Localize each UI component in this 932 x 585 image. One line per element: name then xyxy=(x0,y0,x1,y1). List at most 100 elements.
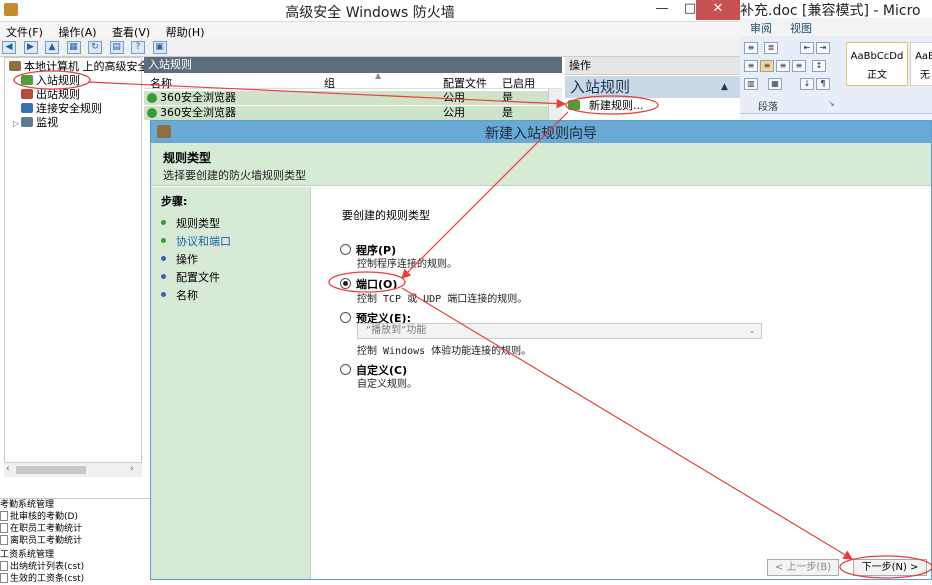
list-item[interactable]: 批审核的考勤(D) xyxy=(0,511,78,523)
forward-arrow-icon[interactable]: ▶ xyxy=(23,41,38,54)
column-profile[interactable]: 配置文件 xyxy=(443,75,487,91)
option-predefined-description: 控制 Windows 体验功能连接的规则。 xyxy=(357,346,532,357)
align-right-icon[interactable]: ≡ xyxy=(776,60,790,72)
document-icon xyxy=(0,561,8,571)
list-item-label: 生效的工资条(cst) xyxy=(10,574,85,584)
predefined-select-value: “播放到”功能 xyxy=(366,325,427,336)
show-marks-icon[interactable]: ¶ xyxy=(816,78,830,90)
step-protocol-and-ports[interactable]: 协议和端口 xyxy=(161,233,231,249)
minimize-button[interactable]: — xyxy=(648,0,676,20)
step-name[interactable]: 名称 xyxy=(161,287,198,303)
refresh-icon[interactable]: ↻ xyxy=(88,41,102,54)
list-item[interactable]: 出纳统计列表(cst) xyxy=(0,561,84,573)
show-hide-tree-icon[interactable]: ▦ xyxy=(66,41,81,54)
list-item-label: 离职员工考勤统计 xyxy=(10,536,83,546)
word-ribbon-tabs: 审阅 视图 xyxy=(740,18,932,36)
tree-item-inbound-rules[interactable]: 入站规则 xyxy=(21,74,80,88)
help-icon[interactable]: ? xyxy=(131,41,145,54)
align-left-icon[interactable]: ≡ xyxy=(744,60,758,72)
rule-type-prompt: 要创建的规则类型 xyxy=(342,209,430,222)
tree-root[interactable]: 本地计算机 上的高级安全 xyxy=(9,60,149,74)
list-vertical-scrollbar[interactable] xyxy=(548,89,562,120)
wizard-header: 规则类型 选择要创建的防火墙规则类型 xyxy=(151,143,931,186)
tree-item-connection-security-rules[interactable]: 连接安全规则 xyxy=(21,102,102,116)
borders-icon[interactable]: ▦ xyxy=(768,78,782,90)
justify-icon[interactable]: ≡ xyxy=(792,60,806,72)
option-custom-description: 自定义规则。 xyxy=(357,379,417,390)
step-bullet-icon xyxy=(161,238,166,243)
back-arrow-icon[interactable]: ◀ xyxy=(2,41,16,54)
list-item[interactable]: 工资系统管理 xyxy=(0,549,54,561)
next-button[interactable]: 下一步(N) > xyxy=(853,559,927,576)
navigation-tree: 本地计算机 上的高级安全 入站规则 出站规则 连接安全规则 ▷ 监视 xyxy=(4,57,149,477)
document-icon xyxy=(0,535,8,545)
close-button[interactable]: ✕ xyxy=(696,0,740,20)
step-action[interactable]: 操作 xyxy=(161,251,198,267)
scrollbar-thumb[interactable] xyxy=(16,466,86,474)
firewall-icon xyxy=(9,61,21,71)
check-allow-icon xyxy=(147,108,157,118)
option-port-description: 控制 TCP 或 UDP 端口连接的规则。 xyxy=(357,294,528,305)
expand-arrow-icon[interactable]: ▷ xyxy=(13,119,19,128)
step-label: 操作 xyxy=(176,253,198,266)
back-button[interactable]: < 上一步(B) xyxy=(767,559,839,576)
shading-icon[interactable]: ▥ xyxy=(744,78,758,90)
row-enabled: 是 xyxy=(502,91,513,104)
list-item[interactable]: 在职员工考勤统计 xyxy=(0,523,82,535)
properties-icon[interactable]: ▣ xyxy=(152,41,167,54)
list-item[interactable]: 考勤系统管理 xyxy=(0,499,54,511)
predefined-select[interactable]: “播放到”功能 ⌄ xyxy=(357,323,762,339)
scroll-left-icon[interactable]: ‹ xyxy=(6,464,10,474)
radio-predefined[interactable] xyxy=(340,312,351,323)
style-no-spacing[interactable]: AaB 无 xyxy=(910,42,932,86)
list-item[interactable]: 生效的工资条(cst) xyxy=(0,573,84,585)
export-icon[interactable]: ▤ xyxy=(109,41,124,54)
window-title: 高级安全 Windows 防火墙 xyxy=(285,5,455,21)
tab-view[interactable]: 视图 xyxy=(790,20,812,36)
list-item-label: 批审核的考勤(D) xyxy=(10,512,78,522)
tree-item-label: 监视 xyxy=(36,116,59,129)
decrease-indent-icon[interactable]: ⇤ xyxy=(800,42,814,54)
scroll-right-icon[interactable]: › xyxy=(130,464,134,474)
list-column-headers: 名称 组 ▲ 配置文件 已启用 xyxy=(144,71,562,91)
tab-review[interactable]: 审阅 xyxy=(750,20,772,36)
tree-item-label: 连接安全规则 xyxy=(36,102,102,115)
line-spacing-icon[interactable]: ↕ xyxy=(812,60,826,72)
word-ribbon: ≡ ≣ ⇤ ⇥ ≡ ≡ ≡ ≡ ↕ ▥ ▦ ↓ ¶ 段落 ↘ AaBbCcDd … xyxy=(740,36,932,114)
step-rule-type[interactable]: 规则类型 xyxy=(161,215,220,231)
document-icon xyxy=(0,573,8,583)
bullets-icon[interactable]: ≡ xyxy=(744,42,758,54)
inbound-rules-icon xyxy=(21,75,33,85)
step-profile[interactable]: 配置文件 xyxy=(161,269,220,285)
table-row[interactable]: 360安全浏览器 公用 是 xyxy=(144,91,562,105)
folder-up-icon[interactable]: ▲ xyxy=(45,41,59,54)
column-name[interactable]: 名称 xyxy=(150,75,172,91)
style-normal[interactable]: AaBbCcDd 正文 xyxy=(846,42,908,86)
increase-indent-icon[interactable]: ⇥ xyxy=(816,42,830,54)
table-row[interactable]: 360安全浏览器 公用 是 xyxy=(144,106,562,120)
new-rule-action[interactable]: 新建规则... xyxy=(568,98,738,114)
sort-icon[interactable]: ↓ xyxy=(800,78,814,90)
actions-section-inbound-rules[interactable]: 入站规则 ▲ xyxy=(565,76,740,98)
tree-item-outbound-rules[interactable]: 出站规则 xyxy=(21,88,80,102)
radio-custom[interactable] xyxy=(340,364,351,375)
wizard-title: 新建入站规则向导 xyxy=(485,126,597,142)
style-name: 正文 xyxy=(867,70,887,81)
wizard-steps-panel: 步骤: 规则类型 协议和端口 操作 配置文件 名称 xyxy=(151,187,311,579)
tree-item-monitor[interactable]: ▷ 监视 xyxy=(13,116,58,130)
list-item[interactable]: 离职员工考勤统计 xyxy=(0,535,82,547)
step-bullet-icon xyxy=(161,256,166,261)
wizard-titlebar: 新建入站规则向导 xyxy=(151,121,931,143)
row-name: 360安全浏览器 xyxy=(160,91,236,104)
radio-program[interactable] xyxy=(340,244,351,255)
tree-horizontal-scrollbar[interactable]: ‹ › xyxy=(4,462,142,477)
dialog-launcher-icon[interactable]: ↘ xyxy=(828,99,835,108)
list-pane-header: 入站规则 xyxy=(144,57,562,73)
collapse-arrow-icon[interactable]: ▲ xyxy=(721,76,728,98)
numbering-icon[interactable]: ≣ xyxy=(764,42,778,54)
radio-port[interactable] xyxy=(340,278,351,289)
align-center-icon[interactable]: ≡ xyxy=(760,60,774,72)
actions-section-label: 入站规则 xyxy=(570,78,631,96)
column-group[interactable]: 组 xyxy=(324,75,335,91)
column-enabled[interactable]: 已启用 xyxy=(502,75,535,91)
